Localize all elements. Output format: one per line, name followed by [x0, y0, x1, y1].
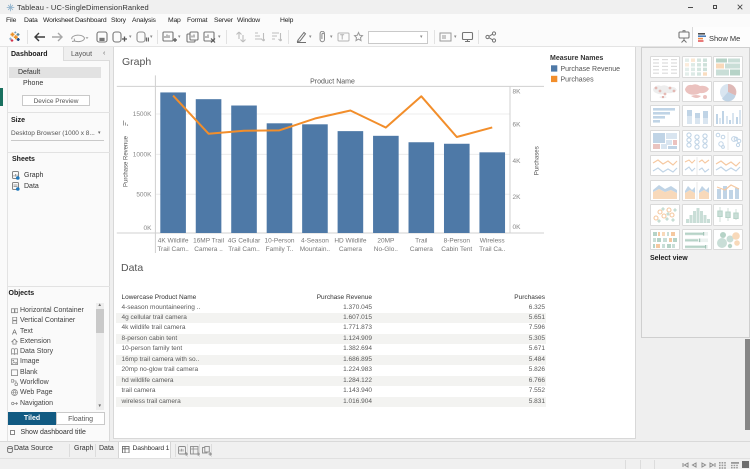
svg-text:Cabin Tent: Cabin Tent — [442, 246, 473, 253]
svg-text:T: T — [340, 35, 345, 42]
svg-text:4K: 4K — [513, 158, 522, 165]
svg-text:500K: 500K — [137, 192, 153, 199]
svg-text:Camera: Camera — [339, 246, 363, 253]
svg-text:Purchase Revenue: Purchase Revenue — [123, 136, 130, 187]
svg-text:Purchases: Purchases — [534, 146, 541, 176]
svg-text:4K Wildlife: 4K Wildlife — [158, 238, 189, 245]
svg-text:1500K: 1500K — [133, 111, 152, 118]
svg-text:Product Name: Product Name — [310, 79, 355, 86]
svg-text:Family T..: Family T.. — [266, 246, 294, 253]
svg-text:8-Person: 8-Person — [444, 238, 471, 245]
svg-text:Mountain..: Mountain.. — [300, 246, 331, 253]
svg-text:Trail Cam..: Trail Cam.. — [229, 246, 261, 253]
svg-text:Trail Ca..: Trail Ca.. — [479, 246, 505, 253]
svg-text:0K: 0K — [144, 225, 153, 232]
svg-text:20MP: 20MP — [378, 238, 395, 245]
svg-text:6K: 6K — [513, 122, 522, 129]
svg-text:No-Glo..: No-Glo.. — [374, 246, 398, 253]
svg-text:Trail: Trail — [415, 238, 428, 245]
svg-text:A: A — [12, 328, 17, 335]
svg-text:Camera: Camera — [410, 246, 434, 253]
svg-text:1000K: 1000K — [133, 152, 152, 159]
svg-text:Measure Names: Measure Names — [550, 55, 603, 62]
svg-text:Purchases: Purchases — [561, 76, 595, 83]
svg-text:2K: 2K — [513, 194, 522, 201]
svg-text:Trail Cam..: Trail Cam.. — [158, 246, 190, 253]
svg-text:4G Cellular: 4G Cellular — [228, 238, 261, 245]
svg-text:10-Person: 10-Person — [265, 238, 295, 245]
svg-text:Purchase Revenue: Purchase Revenue — [561, 66, 621, 73]
svg-text:Wireless: Wireless — [480, 238, 506, 245]
svg-text:8K: 8K — [513, 89, 522, 96]
svg-text:4-Season: 4-Season — [301, 238, 329, 245]
svg-text:16MP Trail: 16MP Trail — [193, 238, 225, 245]
svg-text:Camera ..: Camera .. — [195, 246, 224, 253]
svg-text:HD Wildlife: HD Wildlife — [335, 238, 368, 245]
svg-text:0K: 0K — [513, 224, 522, 231]
